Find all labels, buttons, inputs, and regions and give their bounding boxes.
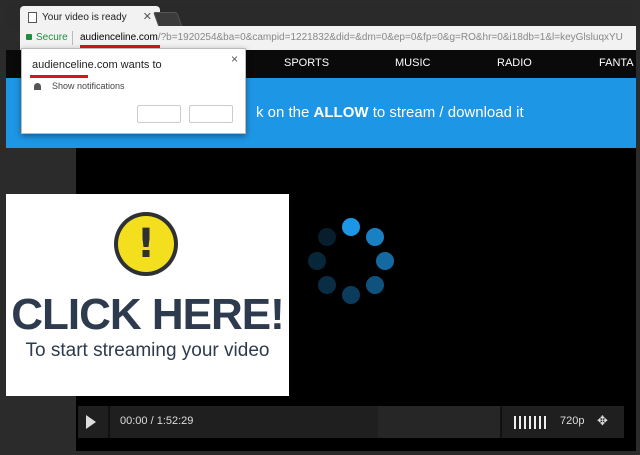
lock-icon (26, 34, 32, 40)
controls-divider (500, 406, 502, 438)
nav-item-music[interactable]: MUSIC (395, 57, 430, 69)
banner-text-after: to stream / download it (368, 104, 524, 121)
spinner-dot (376, 252, 394, 270)
notification-permission-popup: audienceline.com wants to × Show notific… (21, 48, 246, 134)
click-here-ad[interactable]: ! CLICK HERE! To start streaming your vi… (6, 194, 289, 396)
allow-button[interactable] (137, 105, 181, 123)
block-button[interactable] (189, 105, 233, 123)
tab-title: Your video is ready (42, 12, 127, 23)
quality-selector[interactable]: 720p (560, 415, 584, 427)
url-domain: audienceline.com (80, 32, 158, 43)
bell-icon (34, 83, 41, 90)
spinner-dot (317, 227, 336, 246)
spinner-dot (366, 227, 385, 246)
ad-title: CLICK HERE! (11, 290, 285, 339)
browser-window: Your video is ready ✕ Secure audiencelin… (0, 0, 640, 455)
spinner-dot (342, 218, 360, 236)
ad-subtitle: To start streaming your video (25, 340, 270, 361)
close-icon[interactable]: × (231, 52, 238, 66)
warning-icon: ! (114, 212, 178, 276)
nav-item-fanta[interactable]: FANTA (599, 57, 634, 69)
popup-title: audienceline.com wants to (32, 59, 162, 71)
secure-label: Secure (36, 32, 68, 43)
player-controls: 00:00 / 1:52:29 720p ✥ (78, 406, 624, 438)
warning-mark: ! (136, 221, 156, 267)
spinner-dot (317, 276, 336, 295)
controls-divider (108, 406, 110, 438)
banner-allow-word: ALLOW (313, 104, 369, 121)
secure-indicator[interactable]: Secure (26, 32, 68, 43)
progress-bar[interactable] (378, 406, 500, 438)
playback-time: 00:00 / 1:52:29 (120, 415, 194, 427)
permission-text: Show notifications (52, 81, 125, 91)
url-text[interactable]: audienceline.com/?b=1920254&ba=0&campid=… (80, 32, 632, 43)
tab-strip: Your video is ready ✕ (6, 4, 632, 30)
nav-item-sports[interactable]: SPORTS (284, 57, 329, 69)
nav-item-radio[interactable]: RADIO (497, 57, 532, 69)
spinner-dot (308, 252, 326, 270)
banner-text-before: k on the (256, 104, 314, 121)
spinner-dot (366, 276, 385, 295)
address-divider (72, 31, 73, 45)
fullscreen-icon[interactable]: ✥ (597, 413, 608, 429)
banner-text: k on the ALLOW to stream / download it (256, 104, 524, 121)
spinner-dot (342, 286, 360, 304)
address-bar[interactable]: Secure audienceline.com/?b=1920254&ba=0&… (20, 26, 636, 50)
url-query: /?b=1920254&ba=0&campid=1221832&did=&dm=… (157, 32, 623, 43)
play-icon[interactable] (86, 415, 96, 429)
volume-bars-icon[interactable] (514, 416, 548, 429)
loading-spinner-icon (306, 216, 396, 306)
tab-close-icon[interactable]: ✕ (143, 10, 152, 23)
page-icon (28, 12, 37, 23)
popup-highlight-underline (30, 75, 88, 78)
